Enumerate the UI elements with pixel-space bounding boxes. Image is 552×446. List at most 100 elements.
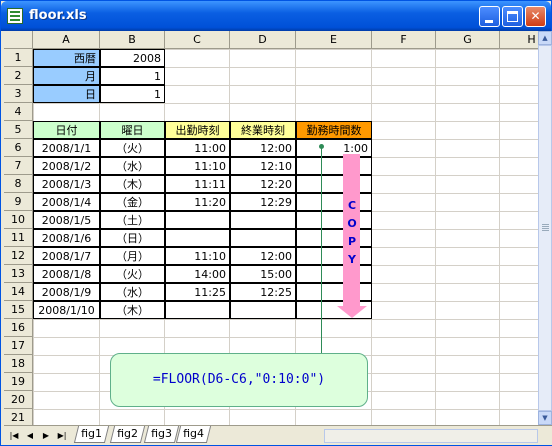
table-cell[interactable] xyxy=(296,175,372,193)
vertical-scrollbar[interactable]: ▲ ▼ xyxy=(538,31,552,425)
row-header-9[interactable]: 9 xyxy=(4,193,33,211)
sheet-tab-fig2[interactable]: fig2 xyxy=(109,426,146,443)
table-cell[interactable]: 11:10 xyxy=(165,247,230,265)
table-header-cell[interactable]: 勤務時間数 xyxy=(296,121,372,139)
row-header-10[interactable]: 10 xyxy=(4,211,33,229)
param-label-cell[interactable]: 西暦 xyxy=(33,49,100,67)
row-header-8[interactable]: 8 xyxy=(4,175,33,193)
table-cell[interactable]: （月） xyxy=(100,247,165,265)
row-header-6[interactable]: 6 xyxy=(4,139,33,157)
row-header-1[interactable]: 1 xyxy=(4,49,33,67)
table-header-cell[interactable]: 出勤時刻 xyxy=(165,121,230,139)
table-cell[interactable] xyxy=(230,211,296,229)
minimize-button[interactable] xyxy=(479,6,500,27)
row-header-15[interactable]: 15 xyxy=(4,301,33,319)
table-header-cell[interactable]: 曜日 xyxy=(100,121,165,139)
table-cell[interactable]: 14:00 xyxy=(165,265,230,283)
param-label-cell[interactable]: 月 xyxy=(33,67,100,85)
next-sheet-icon[interactable]: ▶ xyxy=(40,430,52,442)
table-cell[interactable] xyxy=(230,301,296,319)
table-cell[interactable]: 11:25 xyxy=(165,283,230,301)
row-header-11[interactable]: 11 xyxy=(4,229,33,247)
sheet-tab-fig1[interactable]: fig1 xyxy=(73,426,110,443)
row-header-12[interactable]: 12 xyxy=(4,247,33,265)
first-sheet-icon[interactable]: |◀ xyxy=(8,430,20,442)
sheet-tab-fig4[interactable]: fig4 xyxy=(175,426,212,443)
row-header-7[interactable]: 7 xyxy=(4,157,33,175)
row-header-5[interactable]: 5 xyxy=(4,121,33,139)
table-cell[interactable] xyxy=(165,229,230,247)
row-header-17[interactable]: 17 xyxy=(4,337,33,355)
table-cell[interactable] xyxy=(296,229,372,247)
table-cell[interactable]: 2008/1/10 xyxy=(33,301,100,319)
row-header-2[interactable]: 2 xyxy=(4,67,33,85)
table-cell[interactable]: 2008/1/6 xyxy=(33,229,100,247)
table-cell[interactable] xyxy=(296,265,372,283)
column-header-c[interactable]: C xyxy=(165,31,230,49)
table-cell[interactable]: 15:00 xyxy=(230,265,296,283)
excel-file-icon[interactable] xyxy=(7,8,23,24)
table-cell[interactable]: 2008/1/8 xyxy=(33,265,100,283)
scroll-up-button[interactable]: ▲ xyxy=(538,31,552,45)
table-cell[interactable]: （水） xyxy=(100,157,165,175)
table-cell[interactable]: 12:25 xyxy=(230,283,296,301)
table-cell[interactable]: 2008/1/5 xyxy=(33,211,100,229)
prev-sheet-icon[interactable]: ◀ xyxy=(24,430,36,442)
row-header-21[interactable]: 21 xyxy=(4,409,33,425)
table-cell[interactable]: 11:11 xyxy=(165,175,230,193)
table-cell[interactable] xyxy=(296,211,372,229)
column-header-a[interactable]: A xyxy=(33,31,100,49)
table-cell[interactable] xyxy=(296,247,372,265)
row-header-20[interactable]: 20 xyxy=(4,391,33,409)
last-sheet-icon[interactable]: ▶| xyxy=(56,430,68,442)
column-header-g[interactable]: G xyxy=(436,31,500,49)
table-cell[interactable]: （土） xyxy=(100,211,165,229)
table-cell[interactable] xyxy=(296,193,372,211)
column-header-f[interactable]: F xyxy=(372,31,436,49)
param-value-cell[interactable]: 1 xyxy=(100,85,165,103)
row-header-3[interactable]: 3 xyxy=(4,85,33,103)
title-bar[interactable]: floor.xls ✕ xyxy=(1,1,551,31)
worksheet[interactable]: ABCDEFGH 1 2 3 4 5 6 7 8 9 10 11 12 13 14 15 16 17 18 19 20… xyxy=(4,31,538,425)
row-header-19[interactable]: 19 xyxy=(4,373,33,391)
scroll-down-button[interactable]: ▼ xyxy=(538,411,552,425)
row-header-13[interactable]: 13 xyxy=(4,265,33,283)
table-cell[interactable]: 11:10 xyxy=(165,157,230,175)
param-value-cell[interactable]: 2008 xyxy=(100,49,165,67)
column-header-b[interactable]: B xyxy=(100,31,165,49)
column-header-d[interactable]: D xyxy=(230,31,296,49)
row-header-4[interactable]: 4 xyxy=(4,103,33,121)
row-header-18[interactable]: 18 xyxy=(4,355,33,373)
table-cell[interactable]: （木） xyxy=(100,301,165,319)
table-cell[interactable]: （日） xyxy=(100,229,165,247)
table-cell[interactable]: （金） xyxy=(100,193,165,211)
horizontal-scrollbar[interactable] xyxy=(324,429,538,443)
select-all-corner[interactable] xyxy=(4,31,33,49)
table-cell[interactable]: 11:20 xyxy=(165,193,230,211)
table-cell[interactable] xyxy=(296,283,372,301)
table-cell[interactable]: 2008/1/2 xyxy=(33,157,100,175)
scroll-thumb[interactable] xyxy=(538,45,552,411)
table-cell[interactable]: 11:00 xyxy=(165,139,230,157)
close-button[interactable]: ✕ xyxy=(525,6,546,27)
table-cell[interactable]: （火） xyxy=(100,139,165,157)
table-cell[interactable]: （火） xyxy=(100,265,165,283)
table-cell[interactable]: 12:20 xyxy=(230,175,296,193)
table-cell[interactable]: 12:10 xyxy=(230,157,296,175)
maximize-button[interactable] xyxy=(502,6,523,27)
table-cell[interactable]: 12:00 xyxy=(230,247,296,265)
sheet-tab-fig3[interactable]: fig3 xyxy=(143,426,180,443)
table-cell[interactable]: 12:29 xyxy=(230,193,296,211)
table-cell[interactable]: 1:00 xyxy=(296,139,372,157)
table-header-cell[interactable]: 日付 xyxy=(33,121,100,139)
column-header-h[interactable]: H xyxy=(500,31,538,49)
table-cell[interactable]: 2008/1/7 xyxy=(33,247,100,265)
table-cell[interactable]: 2008/1/3 xyxy=(33,175,100,193)
table-cell[interactable] xyxy=(230,229,296,247)
row-header-14[interactable]: 14 xyxy=(4,283,33,301)
table-cell[interactable]: 2008/1/9 xyxy=(33,283,100,301)
table-cell[interactable]: 2008/1/4 xyxy=(33,193,100,211)
table-cell[interactable]: （木） xyxy=(100,175,165,193)
table-cell[interactable]: （水） xyxy=(100,283,165,301)
param-value-cell[interactable]: 1 xyxy=(100,67,165,85)
